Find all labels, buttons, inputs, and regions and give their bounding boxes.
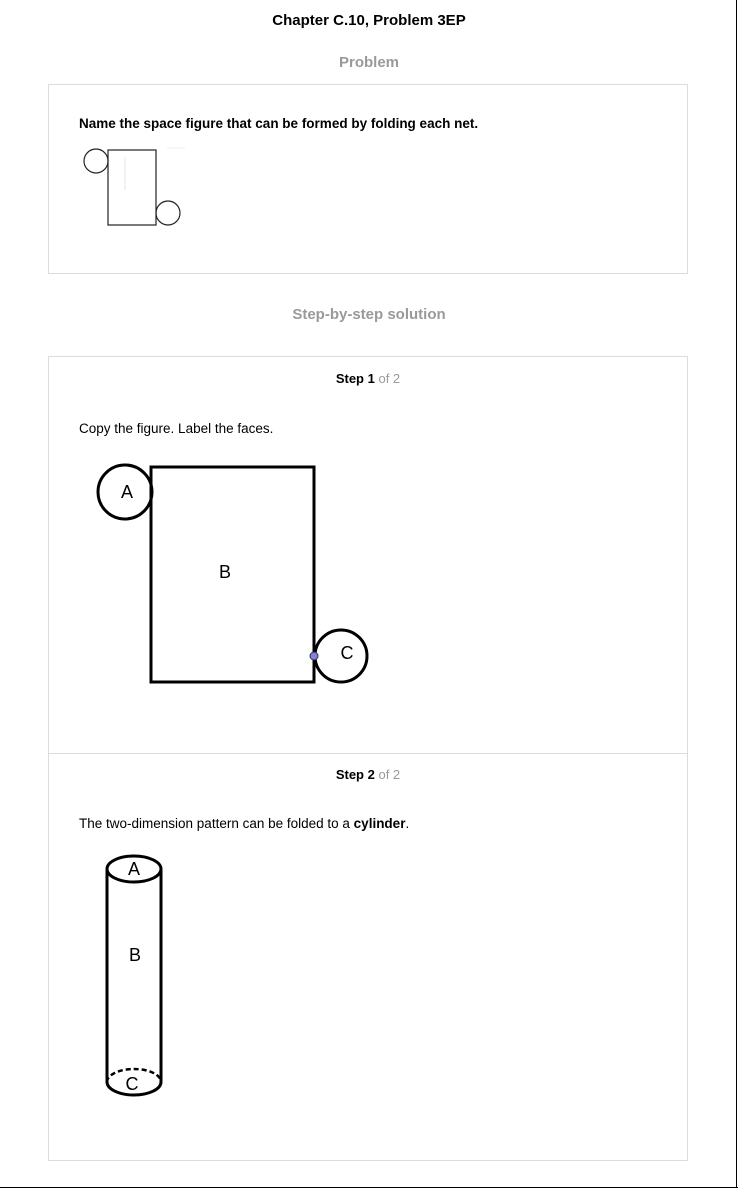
problem-card: Name the space figure that can be formed… — [48, 84, 688, 274]
solution-heading: Step-by-step solution — [292, 306, 446, 323]
cylinder-figure: A B C — [105, 854, 163, 1097]
net-circle-top — [83, 148, 109, 174]
cylinder-face-b-label: B — [129, 945, 141, 965]
page-border-right — [736, 0, 737, 1188]
step-2: Step 2 of 2 The two-dimension pattern ca… — [49, 753, 687, 1162]
cylinder-face-a-label: A — [128, 859, 140, 879]
page-title: Chapter C.10, Problem 3EP — [272, 12, 466, 29]
step-1-net-figure: A B C — [96, 463, 369, 684]
step-2-answer: cylinder — [353, 816, 406, 831]
face-c-label: C — [341, 643, 354, 663]
step-1: Step 1 of 2 Copy the figure. Label the f… — [49, 357, 687, 753]
step-2-text: The two-dimension pattern can be folded … — [79, 816, 409, 831]
face-a-label: A — [121, 482, 133, 502]
step-2-text-end: . — [405, 816, 410, 831]
cylinder-face-c-label: C — [126, 1074, 139, 1094]
step-2-label: Step 2 — [335, 767, 375, 782]
problem-net-figure — [83, 147, 185, 226]
net-rectangle — [107, 149, 157, 226]
step-1-label: Step 1 — [335, 371, 375, 386]
step-1-text: Copy the figure. Label the faces. — [79, 421, 274, 436]
problem-heading: Problem — [338, 54, 399, 71]
net-circle-bottom — [155, 200, 181, 226]
face-b-rectangle — [149, 465, 316, 684]
problem-statement: Name the space figure that can be formed… — [79, 116, 479, 131]
step-2-header: Step 2 of 2 — [49, 767, 687, 782]
tangent-point — [309, 651, 319, 661]
step-1-count: of 2 — [378, 371, 401, 386]
solution-card: Step 1 of 2 Copy the figure. Label the f… — [48, 356, 688, 1161]
face-b-label: B — [219, 562, 231, 582]
step-1-header: Step 1 of 2 — [49, 371, 687, 386]
step-2-text-start: The two-dimension pattern can be folded … — [79, 816, 354, 831]
step-2-count: of 2 — [378, 767, 401, 782]
